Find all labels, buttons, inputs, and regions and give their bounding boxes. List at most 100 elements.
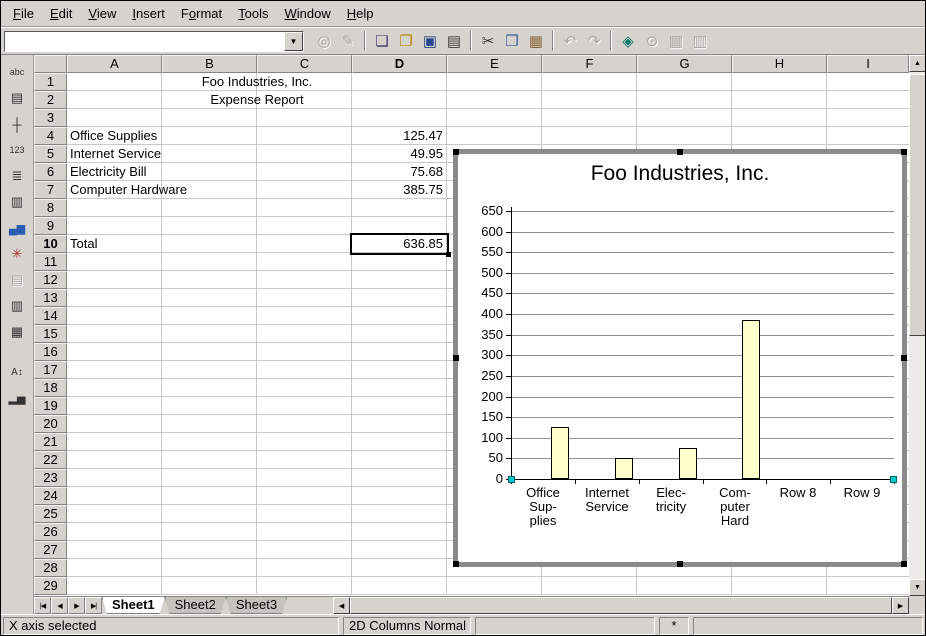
chart-resize-handle-bottom-middle[interactable]: [677, 561, 683, 567]
cell-b1[interactable]: Foo Industries, Inc.: [162, 73, 352, 91]
y-axis-label[interactable]: 550: [458, 244, 503, 259]
column-header-d[interactable]: D: [352, 55, 447, 73]
column-header-h[interactable]: H: [732, 55, 827, 73]
cell-d6[interactable]: 75.68: [352, 163, 447, 181]
row-header-22[interactable]: 22: [34, 451, 67, 469]
url-combobox[interactable]: ▼: [4, 31, 304, 52]
row-header-4[interactable]: 4: [34, 127, 67, 145]
open-document-icon[interactable]: ❐: [395, 30, 417, 52]
scroll-right-button[interactable]: ▶: [892, 597, 909, 614]
tab-sheet1[interactable]: Sheet1: [102, 597, 165, 614]
row-header-27[interactable]: 27: [34, 541, 67, 559]
row-header-2[interactable]: 2: [34, 91, 67, 109]
row-header-13[interactable]: 13: [34, 289, 67, 307]
row-header-28[interactable]: 28: [34, 559, 67, 577]
row-header-8[interactable]: 8: [34, 199, 67, 217]
chart-resize-handle-bottom-right[interactable]: [901, 561, 907, 567]
vertical-scroll-thumb[interactable]: [909, 74, 926, 336]
horizontal-grid-icon[interactable]: ≣: [4, 164, 30, 188]
horizontal-scrollbar[interactable]: ◀ ▶: [333, 597, 909, 614]
column-header-e[interactable]: E: [447, 55, 542, 73]
autoformat-chart-icon[interactable]: ✳: [4, 242, 30, 266]
select-all-corner[interactable]: [34, 55, 67, 73]
chart-type-icon[interactable]: ▄▆: [4, 216, 30, 240]
chart-bar[interactable]: [615, 458, 633, 479]
print-icon[interactable]: ▤: [443, 30, 465, 52]
active-cell-selection[interactable]: [350, 233, 449, 255]
row-header-17[interactable]: 17: [34, 361, 67, 379]
tab-sheet2[interactable]: Sheet2: [165, 597, 226, 614]
copy-icon[interactable]: ❐: [501, 30, 523, 52]
tab-sheet3[interactable]: Sheet3: [226, 597, 287, 614]
row-header-1[interactable]: 1: [34, 73, 67, 91]
y-axis-label[interactable]: 650: [458, 203, 503, 218]
menu-help[interactable]: Help: [339, 4, 382, 23]
chart-resize-handle-middle-right[interactable]: [901, 355, 907, 361]
row-header-25[interactable]: 25: [34, 505, 67, 523]
row-header-12[interactable]: 12: [34, 271, 67, 289]
row-header-14[interactable]: 14: [34, 307, 67, 325]
x-axis-label[interactable]: Com-puterHard: [703, 486, 767, 528]
row-header-5[interactable]: 5: [34, 145, 67, 163]
chart-bar[interactable]: [679, 448, 697, 479]
chart-resize-handle-top-left[interactable]: [453, 149, 459, 155]
chart-bar[interactable]: [551, 427, 569, 479]
scale-text-icon[interactable]: A↕: [4, 360, 30, 384]
y-axis-label[interactable]: 150: [458, 409, 503, 424]
chart-resize-handle-top-right[interactable]: [901, 149, 907, 155]
row-header-11[interactable]: 11: [34, 253, 67, 271]
chart-title[interactable]: Foo Industries, Inc.: [458, 162, 902, 186]
column-header-a[interactable]: A: [67, 55, 162, 73]
cell-a4[interactable]: Office Supplies: [67, 127, 162, 145]
y-axis-label[interactable]: 450: [458, 285, 503, 300]
menu-file[interactable]: File: [5, 4, 42, 23]
y-axis-label[interactable]: 350: [458, 327, 503, 342]
previous-sheet-button[interactable]: ◀: [51, 597, 68, 614]
y-axis-label[interactable]: 600: [458, 224, 503, 239]
table-grid-icon[interactable]: ▦: [4, 320, 30, 344]
next-sheet-button[interactable]: ▶: [68, 597, 85, 614]
embedded-chart[interactable]: 050100150200250300350400450500550600650O…: [453, 149, 907, 567]
cell-a6[interactable]: Electricity Bill: [67, 163, 162, 181]
row-header-23[interactable]: 23: [34, 469, 67, 487]
row-header-18[interactable]: 18: [34, 379, 67, 397]
cut-icon[interactable]: ✂: [477, 30, 499, 52]
first-sheet-button[interactable]: |◀: [34, 597, 51, 614]
x-axis-selection-handle-left[interactable]: [508, 476, 515, 483]
row-header-24[interactable]: 24: [34, 487, 67, 505]
row-header-26[interactable]: 26: [34, 523, 67, 541]
menu-format[interactable]: Format: [173, 4, 230, 23]
menu-window[interactable]: Window: [277, 4, 339, 23]
row-header-3[interactable]: 3: [34, 109, 67, 127]
row-header-6[interactable]: 6: [34, 163, 67, 181]
chart-y-axis[interactable]: [511, 207, 512, 480]
navigator-icon[interactable]: ◈: [617, 30, 639, 52]
column-header-c[interactable]: C: [257, 55, 352, 73]
combobox-dropdown-button[interactable]: ▼: [284, 32, 303, 51]
chart-resize-handle-bottom-left[interactable]: [453, 561, 459, 567]
cell-b2[interactable]: Expense Report: [162, 91, 352, 109]
y-axis-label[interactable]: 500: [458, 265, 503, 280]
column-header-f[interactable]: F: [542, 55, 637, 73]
row-header-29[interactable]: 29: [34, 577, 67, 595]
scroll-left-button[interactable]: ◀: [333, 597, 350, 614]
reorganize-chart-icon[interactable]: ▂▅: [4, 386, 30, 410]
menu-insert[interactable]: Insert: [124, 4, 173, 23]
legend-on-off-icon[interactable]: ▤: [4, 86, 30, 110]
url-input[interactable]: [5, 32, 284, 51]
row-header-7[interactable]: 7: [34, 181, 67, 199]
y-axis-label[interactable]: 200: [458, 389, 503, 404]
row-header-10[interactable]: 10: [34, 235, 67, 253]
y-axis-label[interactable]: 0: [458, 471, 503, 486]
cell-d5[interactable]: 49.95: [352, 145, 447, 163]
y-axis-label[interactable]: 100: [458, 430, 503, 445]
cell-a5[interactable]: Internet Service: [67, 145, 162, 163]
x-axis-label[interactable]: Row 9: [830, 486, 894, 500]
chart-resize-handle-middle-left[interactable]: [453, 355, 459, 361]
vertical-grid-icon[interactable]: ▥: [4, 190, 30, 214]
menu-edit[interactable]: Edit: [42, 4, 80, 23]
axes-titles-icon[interactable]: ┼: [4, 112, 30, 136]
row-header-19[interactable]: 19: [34, 397, 67, 415]
last-sheet-button[interactable]: ▶|: [85, 597, 102, 614]
row-header-21[interactable]: 21: [34, 433, 67, 451]
